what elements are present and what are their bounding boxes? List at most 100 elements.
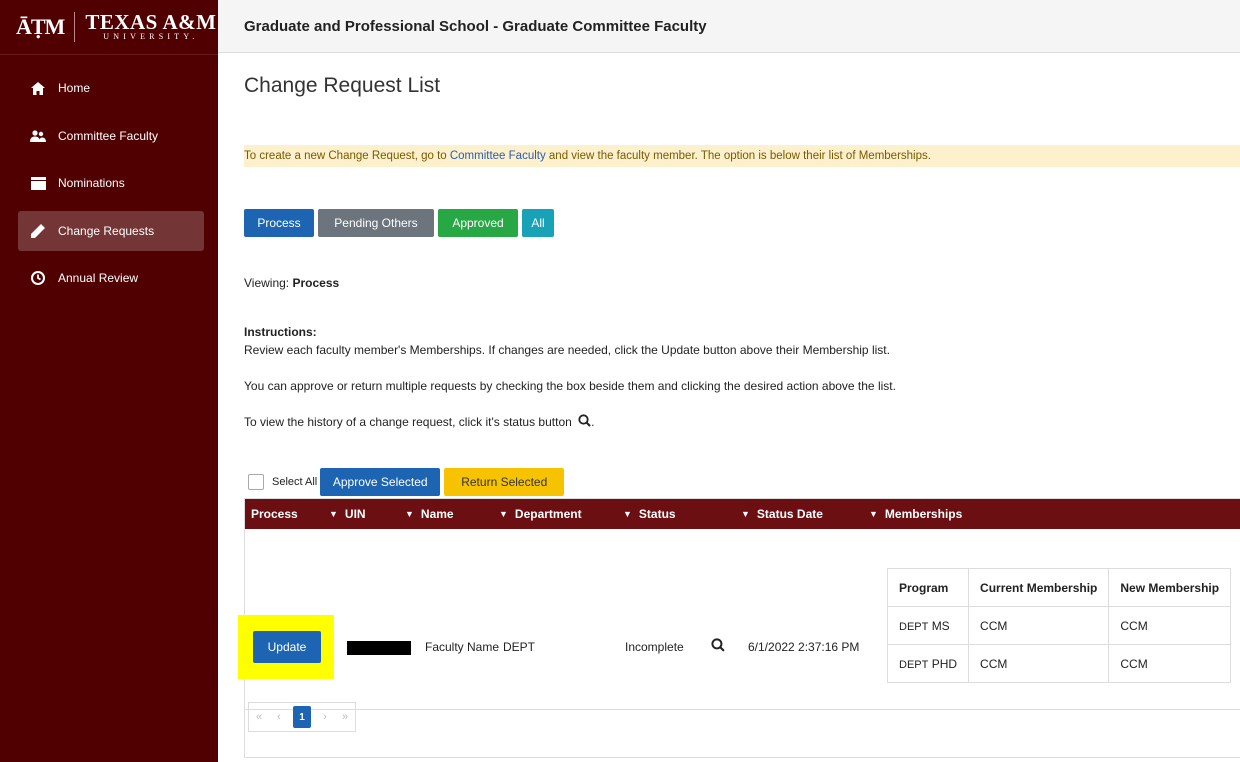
change-request-grid: Process ▼ UIN ▼ Name ▼ Department ▼ Status ▼… xyxy=(238,498,1240,758)
column-label: Process xyxy=(251,507,298,521)
sidebar-item-label: Committee Faculty xyxy=(58,129,159,143)
column-label: Department xyxy=(514,507,582,521)
atm-logo-mark: ĀṬM xyxy=(16,14,65,39)
filter-funnel-icon[interactable]: ▼ xyxy=(869,499,878,529)
update-button[interactable]: Update xyxy=(253,631,321,663)
filter-funnel-icon[interactable]: ▼ xyxy=(405,499,414,529)
university-name-line2: UNIVERSITY. xyxy=(103,32,199,41)
pager-page-1[interactable]: 1 xyxy=(293,706,311,728)
instructions-heading: Instructions: xyxy=(244,325,317,339)
filter-approved-button[interactable]: Approved xyxy=(438,209,518,237)
sidebar-item-home[interactable]: Home xyxy=(18,68,204,108)
notice-text-before: To create a new Change Request, go to xyxy=(244,150,450,162)
column-label: Status Date xyxy=(756,507,823,521)
membership-current: CCM xyxy=(968,606,1110,645)
memberships-header-current: Current Membership xyxy=(968,568,1110,607)
instructions-line3: To view the history of a change request,… xyxy=(244,413,1234,432)
university-name: TEXAS A&M UNIVERSITY. xyxy=(85,12,216,42)
status-filter-group: Process Pending Others Approved All xyxy=(244,209,554,237)
grid-header: Process ▼ UIN ▼ Name ▼ Department ▼ Status ▼… xyxy=(245,499,1240,529)
search-icon xyxy=(578,414,591,432)
memberships-header-row: Program Current Membership New Membershi… xyxy=(886,568,1232,607)
column-header-uin[interactable]: ▼ UIN xyxy=(329,499,366,529)
pager-last-button[interactable]: » xyxy=(335,703,355,731)
university-name-line1: TEXAS A&M xyxy=(85,10,217,34)
pager-prev-button[interactable]: ‹ xyxy=(269,703,289,731)
table-row: Update Faculty Name DEPT Incomplete 6/1/… xyxy=(238,529,1240,710)
sidebar-item-committee-faculty[interactable]: Committee Faculty xyxy=(18,116,204,156)
instructions-line1: Review each faculty member's Memberships… xyxy=(244,343,890,357)
filter-funnel-icon[interactable]: ▼ xyxy=(741,499,750,529)
sidebar-item-change-requests[interactable]: Change Requests xyxy=(18,211,204,251)
sidebar-item-nominations[interactable]: Nominations xyxy=(18,163,204,203)
memberships-header-new: New Membership xyxy=(1108,568,1232,607)
notice-text-after: and view the faculty member. The option … xyxy=(545,150,931,162)
instructions-line3-text: To view the history of a change request,… xyxy=(244,415,572,429)
page-title: Change Request List xyxy=(244,74,441,97)
membership-dept: DEPT xyxy=(899,658,929,671)
viewing-value: Process xyxy=(292,276,340,290)
status-text: Incomplete xyxy=(625,640,684,654)
status-date: 6/1/2022 2:37:16 PM xyxy=(748,640,860,654)
sidebar-item-annual-review[interactable]: Annual Review xyxy=(18,258,204,298)
column-header-department[interactable]: ▼ Department xyxy=(499,499,582,529)
membership-row: DEPT PHD CCM CCM xyxy=(886,644,1232,683)
filter-funnel-icon[interactable]: ▼ xyxy=(623,499,632,529)
instructions: Instructions: Review each faculty member… xyxy=(244,323,1234,432)
membership-program-code: PHD xyxy=(931,656,958,671)
column-header-name[interactable]: ▼ Name xyxy=(405,499,454,529)
status-history-search-icon[interactable] xyxy=(711,638,725,655)
membership-current: CCM xyxy=(968,644,1110,683)
select-all-label: Select All xyxy=(272,476,318,488)
return-selected-button[interactable]: Return Selected xyxy=(444,468,565,496)
column-header-process: Process xyxy=(251,499,298,529)
membership-new: CCM xyxy=(1108,606,1232,645)
column-label: Status xyxy=(638,507,676,521)
select-all-checkbox[interactable] xyxy=(248,474,264,490)
memberships-table: Program Current Membership New Membershi… xyxy=(886,568,1232,683)
pager-first-button[interactable]: « xyxy=(249,703,269,731)
membership-program: DEPT MS xyxy=(886,606,970,645)
info-notice: To create a new Change Request, go to Co… xyxy=(244,145,1240,167)
app-header: Graduate and Professional School - Gradu… xyxy=(218,0,1240,53)
instructions-line2: You can approve or return multiple reque… xyxy=(244,379,896,393)
uin-redacted xyxy=(347,641,411,655)
filter-all-button[interactable]: All xyxy=(522,209,554,237)
bulk-action-row: Select All Approve Selected Return Selec… xyxy=(244,468,565,496)
filter-funnel-icon[interactable]: ▼ xyxy=(329,499,338,529)
pagination: « ‹ 1 › » xyxy=(248,702,356,732)
membership-program: DEPT PHD xyxy=(886,644,970,683)
viewing-label: Viewing: xyxy=(244,276,293,290)
brand-logo[interactable]: ĀṬM TEXAS A&M UNIVERSITY. xyxy=(0,0,218,55)
sidebar-item-label: Annual Review xyxy=(58,271,139,285)
pencil-icon xyxy=(26,224,50,238)
membership-row: DEPT MS CCM CCM xyxy=(886,606,1232,645)
membership-new: CCM xyxy=(1108,644,1232,683)
column-header-status[interactable]: ▼ Status xyxy=(623,499,676,529)
column-header-status-date[interactable]: ▼ Status Date xyxy=(741,499,823,529)
sidebar-item-label: Home xyxy=(58,81,91,95)
app-title: Graduate and Professional School - Gradu… xyxy=(244,17,707,35)
memberships-header-program: Program xyxy=(886,568,970,607)
membership-dept: DEPT xyxy=(899,620,929,633)
clock-icon xyxy=(26,271,50,285)
sidebar-item-label: Nominations xyxy=(58,176,125,190)
faculty-name: Faculty Name xyxy=(425,640,500,654)
membership-program-code: MS xyxy=(931,618,950,633)
approve-selected-button[interactable]: Approve Selected xyxy=(320,468,441,496)
committee-faculty-link[interactable]: Committee Faculty xyxy=(450,150,546,162)
pager-next-button[interactable]: › xyxy=(315,703,335,731)
logo-divider xyxy=(74,12,76,42)
column-header-memberships[interactable]: ▼ Memberships xyxy=(869,499,962,529)
viewing-status: Viewing: Process xyxy=(244,276,339,290)
column-label: UIN xyxy=(344,507,366,521)
sidebar: ĀṬM TEXAS A&M UNIVERSITY. Home Committee… xyxy=(0,0,218,762)
column-label: Memberships xyxy=(884,507,963,521)
users-icon xyxy=(26,129,50,143)
filter-pending-others-button[interactable]: Pending Others xyxy=(318,209,434,237)
department: DEPT xyxy=(503,640,536,654)
home-icon xyxy=(26,81,50,95)
filter-funnel-icon[interactable]: ▼ xyxy=(499,499,508,529)
filter-process-button[interactable]: Process xyxy=(244,209,314,237)
sidebar-item-label: Change Requests xyxy=(58,224,155,238)
